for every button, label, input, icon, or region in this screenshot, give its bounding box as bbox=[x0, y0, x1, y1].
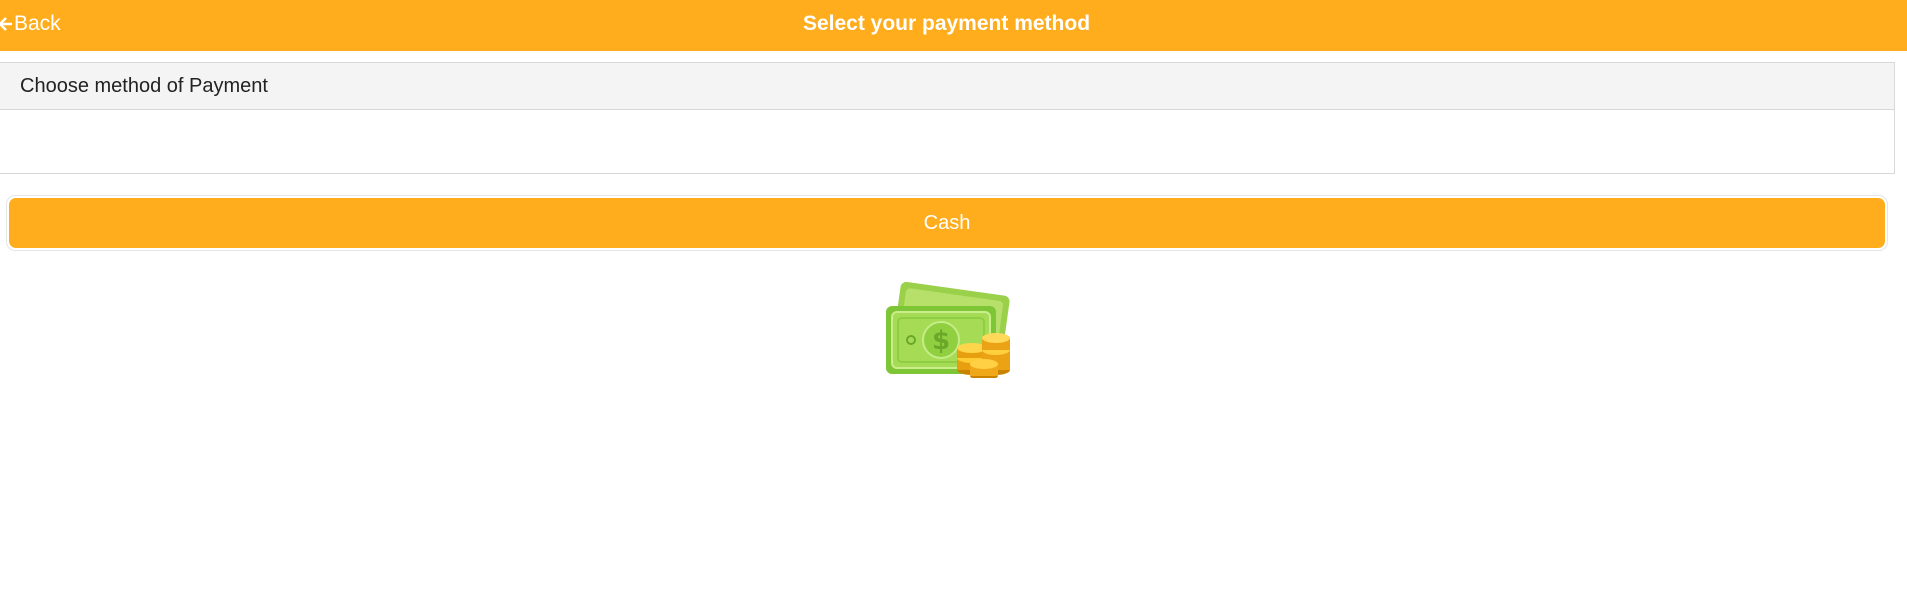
top-bar: Back Select your payment method bbox=[0, 0, 1907, 51]
cash-option: Cash bbox=[6, 195, 1888, 251]
cash-button[interactable]: Cash bbox=[9, 198, 1885, 248]
panel-heading: Choose method of Payment bbox=[0, 63, 1894, 110]
page-title: Select your payment method bbox=[802, 12, 1091, 35]
payment-method-panel: Choose method of Payment bbox=[0, 62, 1895, 174]
svg-text:$: $ bbox=[932, 326, 950, 356]
cash-money-icon[interactable]: $ bbox=[884, 278, 1012, 380]
